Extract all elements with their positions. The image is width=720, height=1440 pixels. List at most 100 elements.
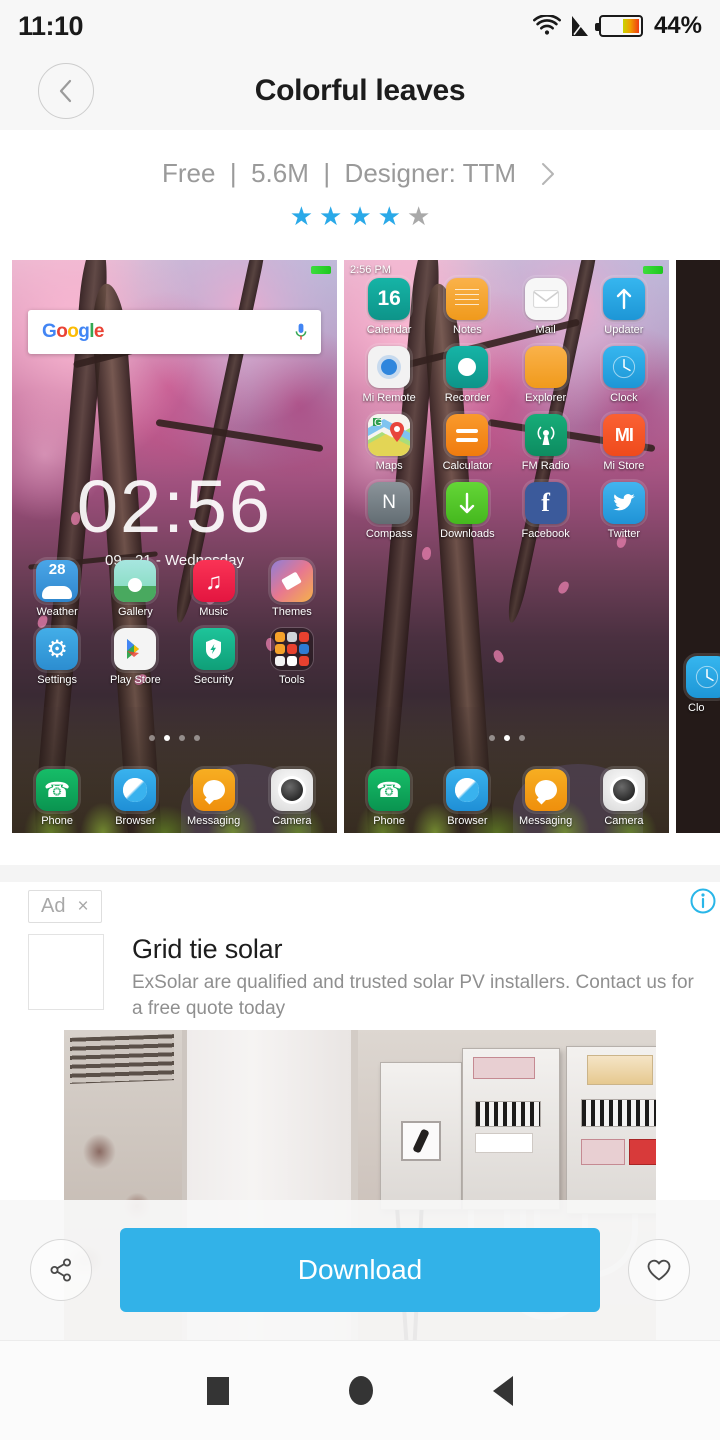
camera-lens bbox=[280, 779, 303, 801]
compass-browser-icon bbox=[114, 769, 157, 811]
bottom-action-bar: Download bbox=[0, 1200, 720, 1340]
app-icon-fm-radio[interactable]: FM Radio bbox=[507, 414, 585, 472]
app-icon-twitter[interactable]: Twitter bbox=[585, 482, 663, 540]
app-icon-weather[interactable]: 28 Weather bbox=[18, 560, 96, 618]
app-label: Play Store bbox=[110, 674, 161, 686]
theme-meta-row[interactable]: Free | 5.6M | Designer: TTM bbox=[162, 158, 558, 189]
heart-icon bbox=[647, 1259, 671, 1281]
music-note-icon: ♫ bbox=[192, 560, 235, 602]
app-label: Maps bbox=[375, 460, 403, 472]
app-grid: 16 Calendar Notes Mail Updater Mi Remote… bbox=[344, 278, 669, 540]
app-icon-play-store[interactable]: Play Store bbox=[96, 628, 174, 686]
google-search-widget[interactable]: Google bbox=[28, 310, 321, 354]
app-label: Security bbox=[193, 674, 234, 686]
screenshot-preview-2[interactable]: 2:56 PM 16 Calendar Notes Mail Updater M… bbox=[344, 260, 669, 833]
home-button[interactable] bbox=[349, 1376, 373, 1405]
share-button[interactable] bbox=[30, 1239, 92, 1301]
preview-status-bar bbox=[12, 260, 337, 280]
star-5: ★ bbox=[406, 201, 431, 231]
microphone-icon[interactable] bbox=[295, 323, 307, 341]
clock-icon bbox=[602, 346, 645, 388]
app-icon-calendar[interactable]: 16 Calendar bbox=[350, 278, 428, 336]
page-indicator bbox=[344, 735, 669, 741]
star-1: ★ bbox=[289, 201, 314, 231]
app-icon-mi-remote[interactable]: Mi Remote bbox=[350, 346, 428, 404]
app-icon-clock-partial[interactable]: Clo bbox=[686, 656, 720, 714]
preview-status-time: 2:56 PM bbox=[350, 264, 391, 276]
ad-info-button[interactable] bbox=[686, 884, 720, 918]
download-button[interactable]: Download bbox=[120, 1228, 600, 1312]
mini-icon bbox=[298, 656, 309, 666]
bubble-tail bbox=[536, 794, 547, 805]
theme-detail-chevron[interactable] bbox=[538, 159, 558, 189]
app-label: Mi Store bbox=[603, 460, 645, 472]
folder-icon bbox=[270, 628, 313, 670]
back-nav-button[interactable] bbox=[493, 1375, 513, 1406]
mini-icon bbox=[298, 632, 309, 642]
app-icon-clock[interactable]: Clock bbox=[585, 346, 663, 404]
app-icon-calculator[interactable]: Calculator bbox=[428, 414, 506, 472]
isolator-switch-box bbox=[380, 1062, 462, 1210]
share-icon bbox=[50, 1258, 71, 1282]
ad-badge-label: Ad bbox=[41, 895, 66, 917]
dock-icon-messaging[interactable]: Messaging bbox=[507, 769, 585, 827]
screenshot-carousel[interactable]: Google 02:56 09 - 21 - Wednesday 28 Weat… bbox=[0, 260, 720, 833]
app-icon-compass[interactable]: N Compass bbox=[350, 482, 428, 540]
screenshot-preview-3[interactable]: Clo bbox=[676, 260, 720, 833]
danger-label bbox=[629, 1139, 656, 1165]
dock-icon-phone[interactable]: ☎ Phone bbox=[350, 769, 428, 827]
app-folder-tools[interactable]: Tools bbox=[253, 628, 331, 686]
page-dot bbox=[149, 735, 155, 741]
weather-badge: 28 bbox=[48, 561, 66, 578]
no-sim-icon bbox=[571, 16, 588, 36]
app-icon-settings[interactable]: ⚙ Settings bbox=[18, 628, 96, 686]
dock-icon-browser[interactable]: Browser bbox=[428, 769, 506, 827]
app-label: Messaging bbox=[519, 815, 573, 827]
app-icon-facebook[interactable]: f Facebook bbox=[507, 482, 585, 540]
compass-browser-icon bbox=[446, 769, 489, 811]
calendar-icon: 16 bbox=[368, 278, 411, 320]
speech-bubble-icon bbox=[524, 769, 567, 811]
app-icon-mail[interactable]: Mail bbox=[507, 278, 585, 336]
app-label: Mi Remote bbox=[362, 392, 416, 404]
app-icon-security[interactable]: Security bbox=[175, 628, 253, 686]
dock-icon-messaging[interactable]: Messaging bbox=[175, 769, 253, 827]
app-label: Explorer bbox=[525, 392, 567, 404]
app-icon-downloads[interactable]: Downloads bbox=[428, 482, 506, 540]
mini-icon bbox=[286, 632, 297, 642]
warning-label bbox=[473, 1057, 535, 1079]
app-icon-mi-store[interactable]: MI Mi Store bbox=[585, 414, 663, 472]
envelope-shape bbox=[532, 290, 559, 308]
app-label: Gallery bbox=[117, 606, 153, 618]
ad-badge[interactable]: Ad × bbox=[28, 890, 102, 923]
favorite-button[interactable] bbox=[628, 1239, 690, 1301]
star-2: ★ bbox=[319, 201, 343, 231]
dock-icon-phone[interactable]: ☎ Phone bbox=[18, 769, 96, 827]
maps-pin-icon: G bbox=[368, 414, 411, 456]
maps-shape: G bbox=[368, 414, 411, 456]
recents-button[interactable] bbox=[207, 1376, 229, 1405]
dock-icon-browser[interactable]: Browser bbox=[96, 769, 174, 827]
app-grid: 28 Weather Gallery ♫ Music Themes ⚙ Sett… bbox=[12, 560, 337, 686]
screenshot-preview-1[interactable]: Google 02:56 09 - 21 - Wednesday 28 Weat… bbox=[12, 260, 337, 833]
note-lines bbox=[455, 289, 480, 309]
app-icon-gallery[interactable]: Gallery bbox=[96, 560, 174, 618]
ad-content[interactable]: Grid tie solar ExSolar are qualified and… bbox=[28, 934, 700, 1022]
rating-stars[interactable]: ★ ★ ★ ★ ★ bbox=[290, 203, 431, 229]
mini-icon bbox=[274, 644, 285, 654]
ad-close-button[interactable]: × bbox=[77, 896, 88, 918]
app-icon-themes[interactable]: Themes bbox=[253, 560, 331, 618]
app-icon-updater[interactable]: Updater bbox=[585, 278, 663, 336]
app-icon-music[interactable]: ♫ Music bbox=[175, 560, 253, 618]
page-dot bbox=[488, 735, 495, 741]
app-icon-maps[interactable]: G Maps bbox=[350, 414, 428, 472]
notes-icon bbox=[446, 278, 489, 320]
app-icon-notes[interactable]: Notes bbox=[428, 278, 506, 336]
page-dot bbox=[518, 735, 525, 741]
app-icon-recorder[interactable]: Recorder bbox=[428, 346, 506, 404]
dock-icon-camera[interactable]: Camera bbox=[253, 769, 331, 827]
app-icon-explorer[interactable]: Explorer bbox=[507, 346, 585, 404]
app-label: Mail bbox=[535, 324, 556, 336]
dock-icon-camera[interactable]: Camera bbox=[585, 769, 663, 827]
equals-icon bbox=[446, 414, 489, 456]
